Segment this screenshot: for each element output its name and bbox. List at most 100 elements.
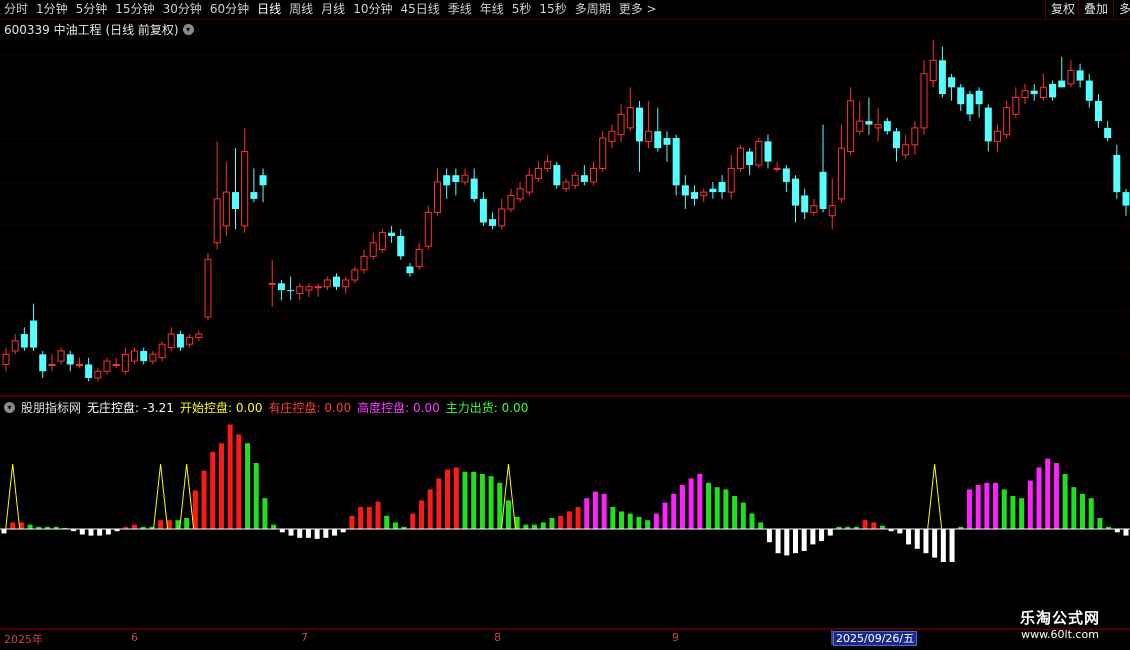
- candle-body: [323, 279, 331, 288]
- indicator-bar: [184, 518, 190, 529]
- candle-body: [590, 167, 598, 183]
- candle-body: [580, 175, 588, 182]
- candle-body: [489, 219, 497, 226]
- candle-body: [553, 165, 561, 186]
- indicator-bar: [792, 529, 798, 554]
- indicator-wuzhuang: 无庄控盘: -3.21: [87, 401, 174, 415]
- candle-body: [378, 232, 386, 251]
- watermark-title: 乐淘公式网: [1019, 609, 1100, 627]
- indicator-bar: [218, 443, 224, 529]
- indicator-bar: [227, 424, 233, 529]
- candle-body: [241, 151, 249, 227]
- indicator-bar: [671, 493, 677, 529]
- indicator-bar: [723, 489, 729, 529]
- candle-body: [351, 269, 359, 281]
- indicator-name: 股朋指标网: [21, 401, 82, 415]
- candle-body: [158, 343, 166, 359]
- candle-body: [681, 185, 689, 196]
- candle-body: [232, 192, 240, 209]
- candle-body: [792, 178, 800, 206]
- indicator-bar: [766, 529, 772, 543]
- candle-body: [314, 286, 322, 289]
- candle-body: [342, 279, 350, 288]
- indicator-bar: [532, 524, 538, 529]
- candle-body: [718, 181, 726, 193]
- candle-body: [1012, 96, 1020, 115]
- indicator-bar: [192, 490, 198, 529]
- indicator-bar: [862, 520, 868, 529]
- indicator-bar: [906, 529, 912, 545]
- indicator-youzhuang: 有庄控盘: 0.00: [268, 401, 352, 415]
- candle-body: [801, 195, 809, 213]
- indicator-bar: [305, 529, 311, 538]
- indicator-bar: [566, 511, 572, 529]
- indicator-bar: [784, 529, 790, 556]
- indicator-bar: [540, 522, 546, 529]
- candle-body: [1058, 80, 1066, 88]
- indicator-bar: [1123, 529, 1129, 536]
- candle-body: [20, 334, 28, 348]
- indicator-bar: [653, 513, 659, 529]
- indicator-bar: [975, 485, 981, 529]
- indicator-bar: [619, 511, 625, 529]
- indicator-bar: [410, 513, 416, 529]
- candle-body: [957, 87, 965, 105]
- candle-body: [672, 138, 680, 186]
- chevron-down-icon[interactable]: ▾: [4, 402, 15, 413]
- candle-body: [75, 363, 83, 366]
- candle-body: [57, 350, 65, 362]
- indicator-bar: [384, 515, 390, 529]
- indicator-bar: [819, 529, 825, 542]
- time-label-july: 7: [301, 631, 308, 644]
- indicator-bar: [88, 529, 94, 536]
- indicator-bar: [827, 529, 833, 536]
- candle-body: [883, 121, 891, 132]
- indicator-bar: [601, 493, 607, 529]
- indicator-bar: [897, 529, 903, 534]
- candle-body: [1094, 100, 1102, 122]
- indicator-bar: [1071, 487, 1077, 529]
- indicator-bar: [871, 522, 877, 529]
- candle-body: [938, 60, 946, 95]
- candle-body: [755, 140, 763, 166]
- candle-body: [94, 370, 102, 379]
- candle-body: [1030, 90, 1038, 95]
- indicator-bar: [758, 522, 764, 529]
- indicator-bar: [366, 507, 372, 529]
- indicator-bar: [158, 520, 164, 529]
- candle-body: [911, 127, 919, 146]
- time-label-sep: 9: [672, 631, 679, 644]
- indicator-bar: [271, 524, 277, 529]
- candle-body: [948, 77, 956, 88]
- candle-body: [433, 181, 441, 213]
- candle-body: [571, 174, 579, 186]
- candle-body: [874, 124, 882, 129]
- candle-body: [984, 107, 992, 142]
- indicator-bar: [418, 500, 424, 529]
- candle-body: [700, 191, 708, 196]
- indicator-bar: [236, 434, 242, 529]
- candle-body: [66, 354, 74, 365]
- candle-body: [1067, 69, 1075, 85]
- candle-body: [213, 198, 221, 244]
- candle-body: [810, 205, 818, 213]
- indicator-bar: [297, 529, 303, 538]
- candle-body: [1113, 154, 1121, 193]
- indicator-bar: [201, 470, 207, 529]
- candle-body: [498, 208, 506, 227]
- indicator-bar: [375, 501, 381, 529]
- indicator-bar: [1097, 518, 1103, 529]
- indicator-bar: [1010, 496, 1016, 529]
- indicator-bar: [245, 443, 251, 529]
- kline-chart[interactable]: [0, 0, 1130, 650]
- indicator-gaodu: 高度控盘: 0.00: [357, 401, 440, 415]
- candle-body: [388, 232, 396, 237]
- indicator-bar: [984, 482, 990, 529]
- candle-body: [847, 100, 855, 153]
- candle-body: [287, 290, 295, 292]
- candle-body: [819, 171, 827, 209]
- candle-body: [507, 194, 515, 210]
- candle-body: [654, 131, 662, 149]
- indicator-bar: [471, 471, 477, 529]
- candle-body: [920, 73, 928, 129]
